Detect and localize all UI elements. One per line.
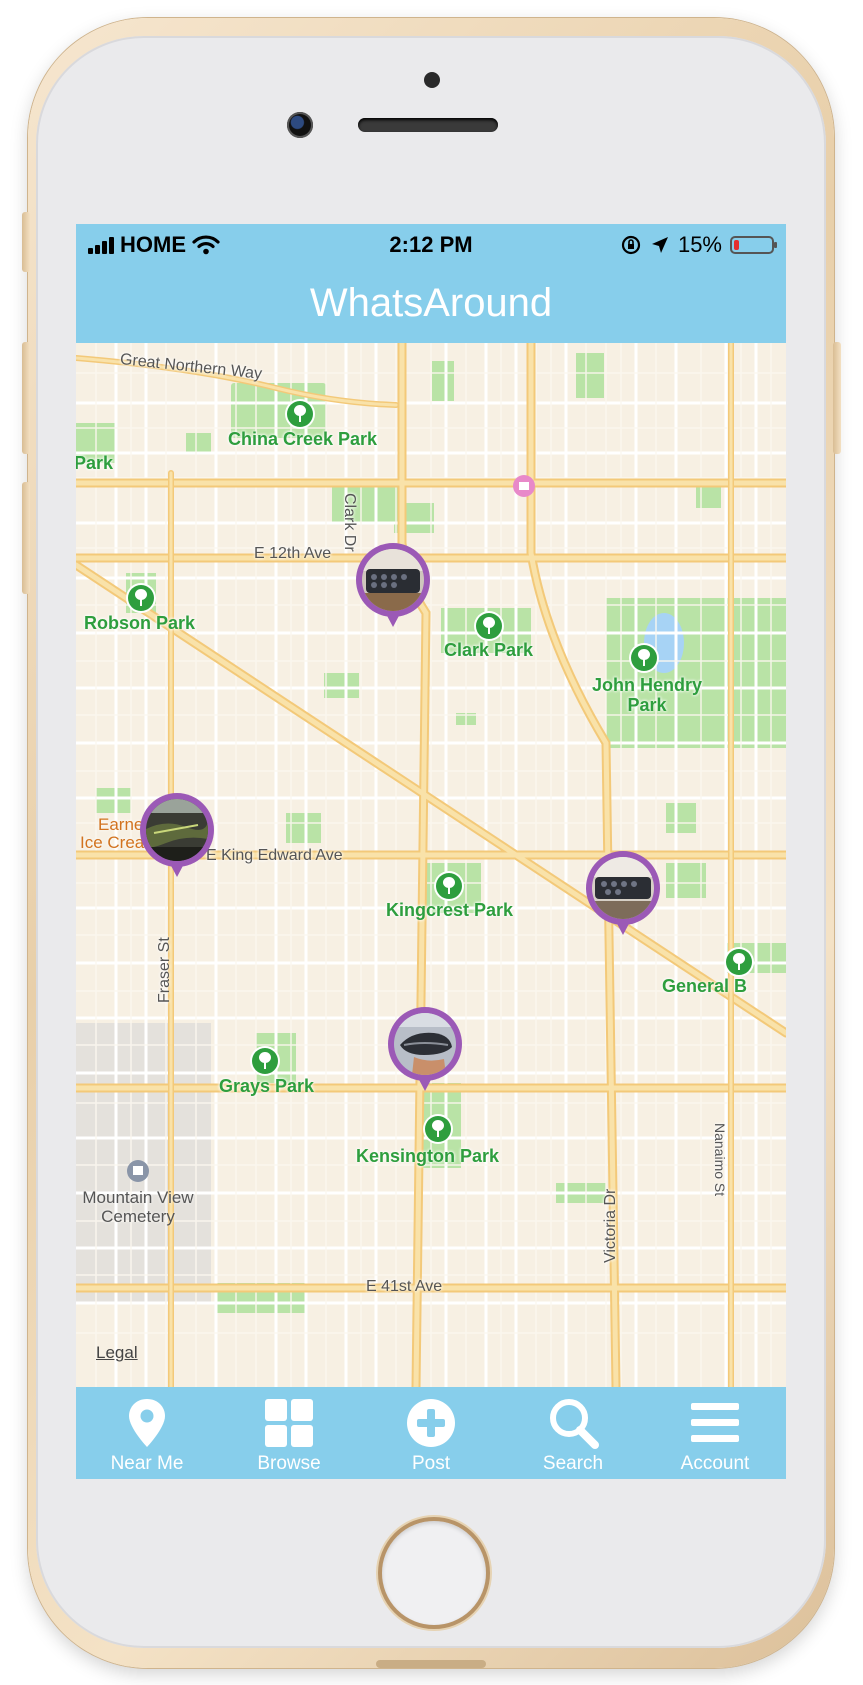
street-label-fraser: Fraser St xyxy=(156,937,173,1003)
app-title: WhatsAround xyxy=(76,264,786,343)
volume-down-button xyxy=(22,482,30,594)
park-tree-icon xyxy=(631,645,657,671)
tab-search[interactable]: Search xyxy=(502,1387,644,1479)
park-label-kensington: Kensington Park xyxy=(356,1146,500,1166)
cemetery-label: Mountain View Cemetery xyxy=(82,1188,194,1226)
rotation-lock-icon xyxy=(621,235,641,255)
restaurant-label-top: Earne xyxy=(98,815,144,834)
park-label-grays: Grays Park xyxy=(219,1076,315,1096)
map-view[interactable]: China Creek Park Park Robson Park Clark … xyxy=(76,343,786,1387)
street-label-victoria: Victoria Dr xyxy=(602,1188,619,1263)
screen: HOME 2:12 PM 15% WhatsAround China Creek… xyxy=(76,224,786,1479)
park-tree-icon xyxy=(726,949,752,975)
mute-switch xyxy=(22,212,30,272)
home-button[interactable] xyxy=(378,1517,490,1629)
tray-photo-thumbnail xyxy=(592,857,654,919)
park-tree-icon xyxy=(252,1048,278,1074)
park-label-partial: Park xyxy=(76,453,114,473)
park-label-general: General B xyxy=(662,976,748,996)
park-tree-icon xyxy=(128,585,154,611)
tab-browse[interactable]: Browse xyxy=(218,1387,360,1479)
earpiece-speaker xyxy=(358,118,498,132)
park-label-robson: Robson Park xyxy=(84,613,196,633)
park-tree-icon xyxy=(436,873,462,899)
tab-label: Search xyxy=(542,1453,604,1474)
post-pin-clark[interactable] xyxy=(356,543,430,633)
park-tree-icon xyxy=(287,401,313,427)
plus-circle-icon xyxy=(407,1399,455,1447)
tab-bar: Near Me Browse Post Search Account xyxy=(76,1387,786,1479)
park-label-china-creek: China Creek Park xyxy=(228,429,378,449)
tab-account[interactable]: Account xyxy=(644,1387,786,1479)
shoe-photo-thumbnail xyxy=(394,1013,456,1075)
battery-percent: 15% xyxy=(677,232,722,257)
map-pin-icon xyxy=(129,1399,165,1447)
proximity-sensor xyxy=(424,72,440,88)
menu-icon xyxy=(691,1403,739,1442)
tray-photo-thumbnail xyxy=(362,549,424,611)
street-label-41st: E 41st Ave xyxy=(366,1278,443,1295)
battery-icon xyxy=(730,236,777,254)
street-label-12th: E 12th Ave xyxy=(254,545,332,562)
post-pin-victoria[interactable] xyxy=(586,851,660,941)
park-label-clark: Clark Park xyxy=(444,640,534,660)
tab-label: Near Me xyxy=(110,1453,184,1474)
post-pin-fraser[interactable] xyxy=(140,793,214,883)
front-camera xyxy=(287,112,313,138)
location-arrow-icon xyxy=(651,237,668,253)
park-label-kingcrest: Kingcrest Park xyxy=(386,900,514,920)
park-tree-icon xyxy=(476,613,502,639)
power-button xyxy=(833,342,841,454)
post-pin-kensington[interactable] xyxy=(388,1007,462,1097)
tab-near-me[interactable]: Near Me xyxy=(76,1387,218,1479)
park-label-john-hendry: John Hendry Park xyxy=(591,675,702,715)
volume-up-button xyxy=(22,342,30,454)
tab-label: Account xyxy=(680,1453,750,1474)
tab-label: Post xyxy=(411,1453,451,1474)
grid-icon xyxy=(265,1399,313,1447)
search-icon xyxy=(550,1399,599,1449)
legal-link[interactable]: Legal xyxy=(96,1343,138,1363)
bottom-edge xyxy=(376,1660,486,1668)
tab-label: Browse xyxy=(257,1453,321,1474)
aerial-photo-thumbnail xyxy=(146,799,208,861)
street-label-king-edward: E King Edward Ave xyxy=(206,847,343,864)
street-label-nanaimo: Nanaimo St xyxy=(712,1123,728,1197)
park-tree-icon xyxy=(425,1116,451,1142)
tab-post[interactable]: Post xyxy=(360,1387,502,1479)
restaurant-label-bottom: Ice Crea xyxy=(80,833,145,852)
status-bar: HOME 2:12 PM 15% xyxy=(76,224,786,264)
